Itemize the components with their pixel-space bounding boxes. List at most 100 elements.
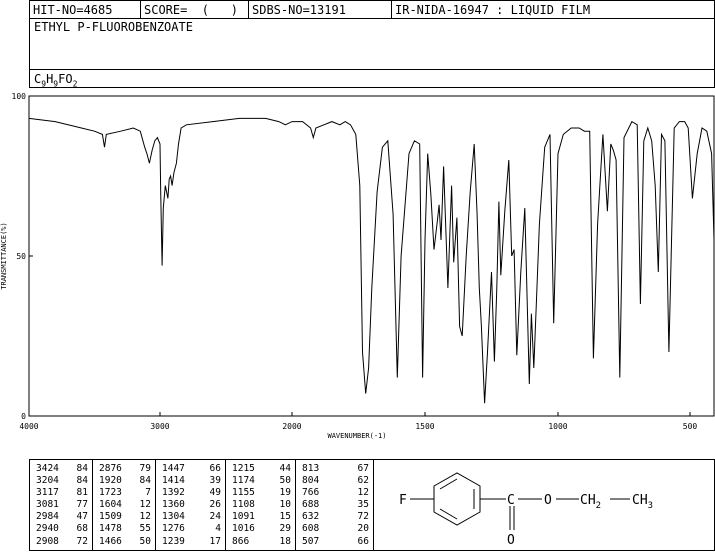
peak-row: 1392 49 (156, 487, 225, 499)
peak-row: 3424 84 (30, 463, 92, 475)
peak-transmittance: 26 (209, 499, 221, 511)
peak-wavenumber: 1239 (162, 535, 185, 547)
peak-table-column: 1447 66 1414 39 1392 49 1360 26 1304 24 1276 4 1239 1… (156, 460, 226, 550)
x-tick-label: 3000 (150, 422, 169, 431)
peak-transmittance: 66 (357, 535, 369, 547)
peak-wavenumber: 1304 (162, 511, 185, 523)
peak-transmittance: 7 (145, 487, 151, 499)
peak-row: 1155 19 (226, 487, 295, 499)
x-tick-label: 500 (683, 422, 698, 431)
peak-wavenumber: 1509 (99, 511, 122, 523)
peak-wavenumber: 1174 (232, 475, 255, 487)
peak-transmittance: 49 (209, 487, 221, 499)
peak-wavenumber: 3117 (36, 487, 59, 499)
peak-transmittance: 44 (279, 463, 291, 474)
x-tick-label: 1500 (415, 422, 434, 431)
peak-transmittance: 47 (76, 511, 88, 523)
peak-transmittance: 12 (139, 499, 151, 511)
peak-row: 1414 39 (156, 475, 225, 487)
peak-transmittance: 29 (279, 523, 291, 535)
peak-row: 2984 47 (30, 511, 92, 523)
peak-wavenumber: 507 (302, 535, 320, 547)
peak-row: 2876 79 (93, 463, 155, 475)
peak-wavenumber: 1392 (162, 487, 185, 499)
peak-wavenumber: 1276 (162, 523, 185, 535)
peak-transmittance: 67 (357, 463, 369, 474)
x-tick-label: 4000 (19, 422, 38, 431)
peak-row: 1509 12 (93, 511, 155, 523)
peak-transmittance: 81 (76, 487, 88, 499)
x-tick-label: 2000 (282, 422, 301, 431)
peak-wavenumber: 866 (232, 535, 250, 547)
x-axis-label: WAVENUMBER(-1) (327, 432, 386, 440)
y-tick-label: 50 (16, 252, 26, 261)
peak-transmittance: 50 (139, 535, 151, 547)
peak-row: 2908 72 (30, 536, 92, 548)
peak-transmittance: 55 (139, 523, 151, 535)
peak-wavenumber: 608 (302, 523, 320, 535)
y-axis-label: TRANSMITTANCE(%) (0, 222, 8, 289)
peak-wavenumber: 2876 (99, 463, 122, 474)
peak-row: 608 20 (296, 523, 373, 535)
peak-wavenumber: 1466 (99, 535, 122, 547)
y-tick-label: 0 (21, 412, 26, 421)
peak-transmittance: 4 (215, 523, 221, 535)
peak-wavenumber: 1108 (232, 499, 255, 511)
peak-transmittance: 77 (76, 499, 88, 511)
peak-transmittance: 68 (76, 523, 88, 535)
peak-transmittance: 62 (357, 475, 369, 487)
x-tick-label: 1000 (548, 422, 567, 431)
peak-row: 813 67 (296, 463, 373, 475)
peak-wavenumber: 813 (302, 463, 320, 474)
peak-row: 1091 15 (226, 511, 295, 523)
peak-row: 1239 17 (156, 536, 225, 548)
peak-row: 3204 84 (30, 475, 92, 487)
peak-transmittance: 12 (139, 511, 151, 523)
peak-row: 1360 26 (156, 499, 225, 511)
peak-wavenumber: 632 (302, 511, 320, 523)
ester-oxygen: O (544, 493, 552, 508)
peak-transmittance: 10 (279, 499, 291, 511)
peak-table-column: 1215 44 1174 50 1155 19 1108 10 1091 15 1016 29 866 1… (226, 460, 296, 550)
peak-transmittance: 18 (279, 535, 291, 547)
peak-transmittance: 72 (76, 535, 88, 547)
peak-wavenumber: 1091 (232, 511, 255, 523)
peak-wavenumber: 1447 (162, 463, 185, 474)
structure-box: F C O O CH2 CH3 (373, 459, 715, 551)
peak-transmittance: 66 (209, 463, 221, 474)
peak-row: 1466 50 (93, 536, 155, 548)
ch2-group: CH2 (580, 493, 601, 511)
peak-transmittance: 12 (357, 487, 369, 499)
peak-wavenumber: 804 (302, 475, 320, 487)
peak-wavenumber: 1478 (99, 523, 122, 535)
peak-row: 688 35 (296, 499, 373, 511)
structure-drawing: F C O O CH2 CH3 (399, 472, 653, 548)
peak-table-column: 813 67 804 62 766 12 688 35 632 72 608 20 507 66 (296, 460, 373, 550)
peak-wavenumber: 766 (302, 487, 320, 499)
peak-wavenumber: 1723 (99, 487, 122, 499)
peak-row: 632 72 (296, 511, 373, 523)
peak-row: 1215 44 (226, 463, 295, 475)
peak-table: 3424 84 3204 84 3117 81 3081 77 2984 47 2940 68 2908… (29, 459, 374, 551)
peak-transmittance: 17 (209, 535, 221, 547)
peak-transmittance: 24 (209, 511, 221, 523)
peak-row: 804 62 (296, 475, 373, 487)
peak-transmittance: 72 (357, 511, 369, 523)
peak-transmittance: 39 (209, 475, 221, 487)
peak-row: 866 18 (226, 536, 295, 548)
peak-wavenumber: 2940 (36, 523, 59, 535)
peak-wavenumber: 3081 (36, 499, 59, 511)
peak-row: 1276 4 (156, 523, 225, 535)
peak-row: 1604 12 (93, 499, 155, 511)
peak-row: 3081 77 (30, 499, 92, 511)
fluorine-atom: F (399, 493, 407, 508)
peak-row: 1304 24 (156, 511, 225, 523)
peak-wavenumber: 1414 (162, 475, 185, 487)
peak-wavenumber: 2908 (36, 535, 59, 547)
peak-transmittance: 84 (76, 475, 88, 487)
ir-spectrum-chart: 100500 4000 3000 2000 1500 1000 500 WAVENUMBE… (0, 92, 715, 440)
peak-transmittance: 84 (76, 463, 88, 474)
peak-wavenumber: 3424 (36, 463, 59, 474)
peak-transmittance: 50 (279, 475, 291, 487)
peak-wavenumber: 1016 (232, 523, 255, 535)
